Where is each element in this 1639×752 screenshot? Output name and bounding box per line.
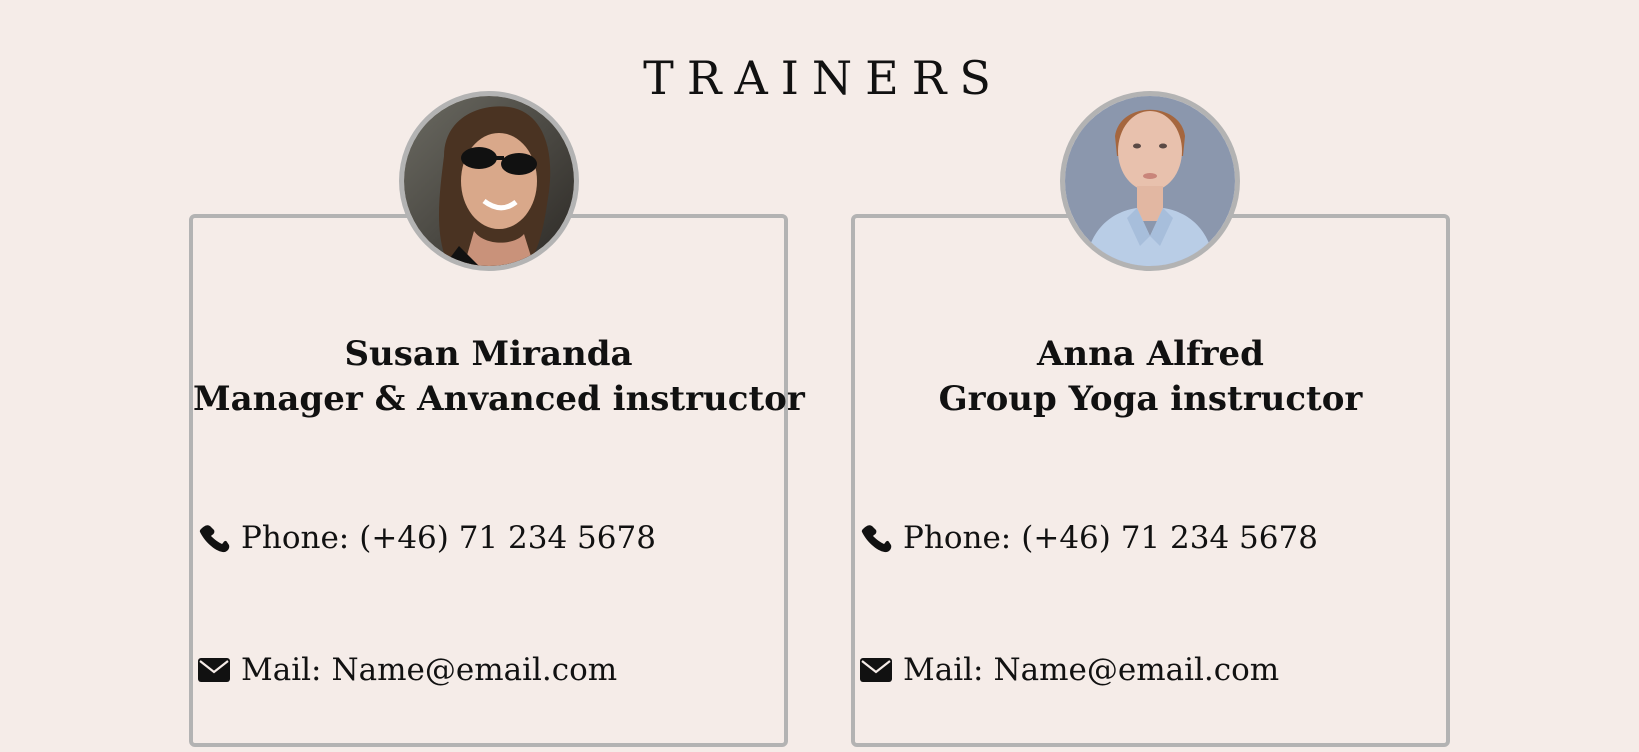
trainer-heading: Anna Alfred Group Yoga instructor (855, 332, 1446, 422)
section-title: TRAINERS (643, 51, 1004, 105)
trainer-mail: Mail: Name@email.com (197, 652, 617, 688)
trainer-phone: Phone: (+46) 71 234 5678 (197, 520, 656, 556)
trainer-name: Anna Alfred (1037, 334, 1264, 374)
trainer-name: Susan Miranda (344, 334, 633, 374)
phone-label: Phone: (241, 520, 350, 556)
phone-icon (197, 521, 231, 555)
trainer-photo-anna (1065, 96, 1235, 266)
mail-label: Mail: (903, 652, 984, 688)
mail-value[interactable]: Name@email.com (332, 652, 618, 688)
trainer-phone: Phone: (+46) 71 234 5678 (859, 520, 1318, 556)
mail-value[interactable]: Name@email.com (994, 652, 1280, 688)
envelope-icon (859, 653, 893, 687)
trainer-avatar-susan (399, 91, 579, 271)
phone-label: Phone: (903, 520, 1012, 556)
phone-value: (+46) 71 234 5678 (359, 520, 656, 556)
envelope-icon (197, 653, 231, 687)
mail-label: Mail: (241, 652, 322, 688)
trainer-photo-susan (404, 96, 574, 266)
trainer-heading: Susan Miranda Manager & Anvanced instruc… (193, 332, 805, 422)
trainer-role: Manager & Anvanced instructor (193, 379, 805, 419)
trainer-card: Anna Alfred Group Yoga instructor Phone:… (851, 214, 1450, 747)
trainer-avatar-anna (1060, 91, 1240, 271)
trainer-mail: Mail: Name@email.com (859, 652, 1279, 688)
trainer-card: Susan Miranda Manager & Anvanced instruc… (189, 214, 805, 747)
trainer-role: Group Yoga instructor (938, 379, 1363, 419)
phone-value: (+46) 71 234 5678 (1021, 520, 1318, 556)
phone-icon (859, 521, 893, 555)
